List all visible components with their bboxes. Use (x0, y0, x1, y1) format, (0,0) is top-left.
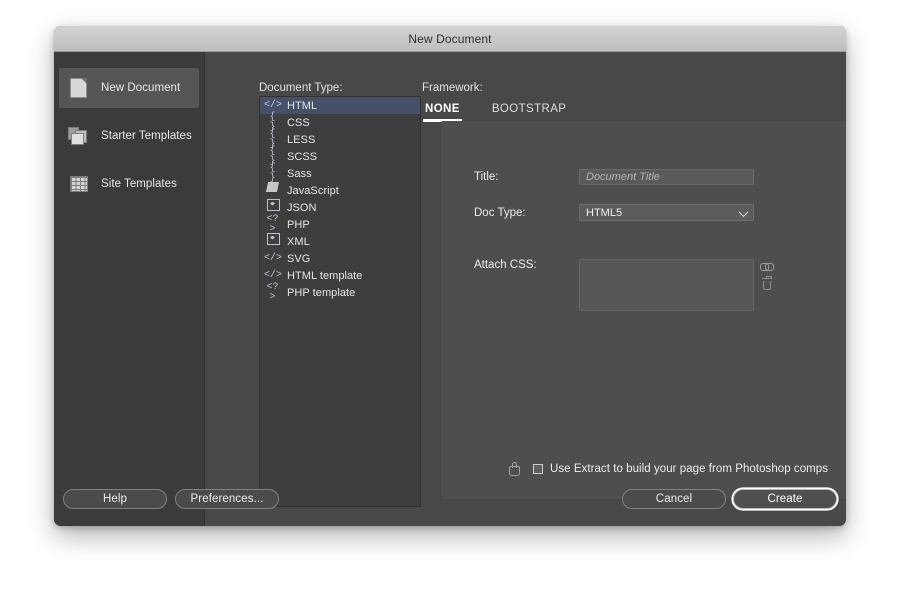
angle-bracket-slash-icon: </> (264, 271, 281, 281)
list-item-label: PHP (287, 219, 310, 231)
attach-css-row: Attach CSS: (474, 259, 773, 311)
preferences-button-label: Preferences... (191, 493, 264, 505)
list-item-label: CSS (287, 117, 310, 129)
list-item-label: SCSS (287, 151, 317, 163)
tab-none[interactable]: NONE (422, 100, 463, 122)
list-item-label: Sass (287, 168, 312, 180)
attach-css-tools (761, 259, 773, 291)
sidebar: New Document Starter Templates Site Temp… (54, 52, 205, 526)
framework-heading: Framework: (422, 82, 483, 94)
sidebar-item-label: New Document (101, 82, 180, 94)
doctype-row: Doc Type: HTML5 (474, 204, 754, 221)
tab-bootstrap[interactable]: BOOTSTRAP (489, 100, 570, 122)
list-item-label: HTML template (287, 270, 362, 282)
dialog-titlebar: New Document (54, 26, 846, 52)
create-button[interactable]: Create (733, 489, 837, 509)
grid-icon (68, 172, 90, 196)
cancel-button[interactable]: Cancel (622, 489, 726, 509)
trash-icon[interactable] (761, 279, 773, 291)
doctype-select[interactable]: HTML5 (579, 204, 754, 221)
chevron-down-icon (739, 207, 749, 217)
stacked-windows-icon (68, 124, 90, 148)
angle-bracket-question-icon: <?> (264, 215, 281, 235)
title-row: Title: (474, 169, 754, 185)
extract-icon (507, 462, 520, 476)
angle-bracket-question-icon: <?> (264, 283, 281, 303)
preferences-button[interactable]: Preferences... (175, 489, 279, 509)
sidebar-item-new-document[interactable]: New Document (59, 68, 199, 108)
list-item-label: PHP template (287, 287, 355, 299)
tab-label: NONE (425, 103, 460, 115)
sidebar-item-starter-templates[interactable]: Starter Templates (59, 116, 199, 156)
list-item-label: SVG (287, 253, 310, 265)
screen: New Document New Document Starter Templa… (0, 0, 900, 596)
boxed-node-icon: o (264, 203, 281, 213)
list-item-label: JSON (287, 202, 317, 214)
attach-css-listbox[interactable] (579, 259, 754, 311)
curly-brace-icon: { } (264, 164, 281, 184)
list-item-label: HTML (287, 100, 317, 112)
extract-option-row: Use Extract to build your page from Phot… (507, 462, 828, 476)
list-item-label: JavaScript (287, 185, 339, 197)
sidebar-item-label: Site Templates (101, 178, 177, 190)
help-button-label: Help (103, 493, 127, 505)
framework-column: Framework: NONE BOOTSTRAP Title: (391, 52, 846, 526)
new-document-dialog: New Document New Document Starter Templa… (54, 26, 846, 526)
attach-css-label: Attach CSS: (474, 259, 579, 271)
tab-label: BOOTSTRAP (492, 103, 567, 115)
angle-bracket-slash-icon: </> (264, 254, 281, 264)
doctype-selected-value: HTML5 (586, 207, 622, 219)
help-button[interactable]: Help (63, 489, 167, 509)
sidebar-item-label: Starter Templates (101, 130, 192, 142)
list-item-label: XML (287, 236, 310, 248)
dialog-footer: Help Preferences... Cancel Create (54, 476, 846, 526)
angle-bracket-slash-icon: </> (264, 101, 281, 111)
link-icon[interactable] (761, 260, 773, 272)
extract-label: Use Extract to build your page from Phot… (550, 463, 828, 475)
js-badge-icon: JS (264, 186, 281, 196)
title-input[interactable] (579, 169, 754, 185)
page-icon (68, 76, 90, 100)
dialog-body: New Document Starter Templates Site Temp… (54, 52, 846, 526)
extract-checkbox[interactable] (533, 464, 543, 474)
framework-tabs: NONE BOOTSTRAP (422, 100, 569, 122)
document-type-column: Document Type: </> HTML { } CSS { } LESS (206, 52, 391, 526)
dialog-title: New Document (408, 32, 491, 46)
document-type-heading: Document Type: (259, 82, 343, 94)
create-button-label: Create (767, 493, 802, 505)
title-label: Title: (474, 171, 579, 183)
cancel-button-label: Cancel (656, 493, 692, 505)
list-item-label: LESS (287, 134, 315, 146)
doctype-label: Doc Type: (474, 207, 579, 219)
framework-panel: Title: Doc Type: HTML5 Attach CSS: (441, 121, 846, 499)
boxed-node-icon: o (264, 237, 281, 247)
sidebar-item-site-templates[interactable]: Site Templates (59, 164, 199, 204)
